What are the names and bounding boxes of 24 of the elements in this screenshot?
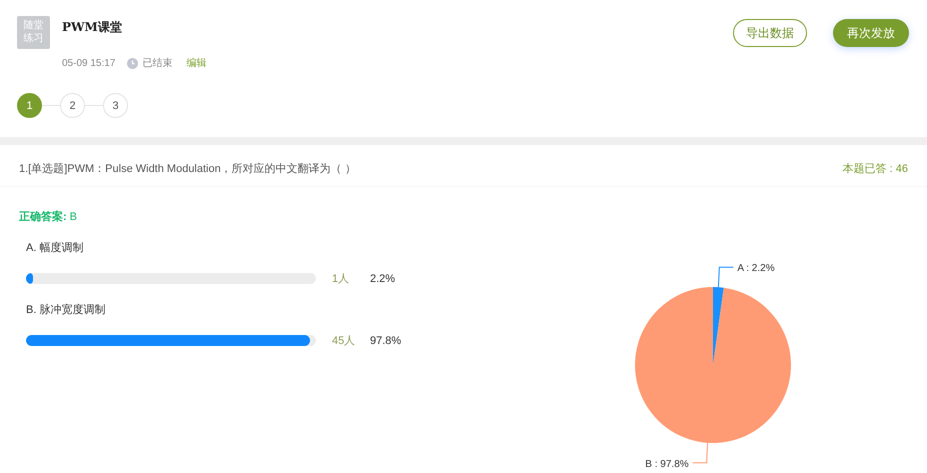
correct-answer-label: 正确答案: [19,211,67,223]
time-text: 05-09 15:17 [62,58,116,68]
option-label: A. 幅度调制 [26,240,84,255]
question-text: 1.[单选题]PWM：Pulse Width Modulation，所对应的中文翻译为（ ） [19,162,356,177]
percent-text: 2.2% [370,272,396,284]
export-button[interactable]: 导出数据 [733,19,807,47]
option-label: B. 脉冲宽度调制 [26,302,106,317]
step-button[interactable]: 3 [103,93,128,118]
respondent-count: 1人 [332,272,350,286]
edit-link[interactable]: 编辑 [186,56,206,70]
leader-line [718,266,734,288]
status-text: 已结束 [142,56,172,70]
resend-button[interactable]: 再次发放 [833,19,909,47]
step-button[interactable]: 2 [60,93,85,118]
clock-icon [127,58,138,68]
lesson-title: PWM课堂 [62,19,123,36]
answered-count: 本题已答 : 46 [842,162,908,177]
correct-answer-value: B [70,211,78,223]
leader-line [692,442,708,464]
slice-label: B : 97.8% [645,458,689,470]
percent-text: 97.8% [370,334,402,346]
slice-label: A : 2.2% [737,263,775,274]
respondent-count: 45人 [332,334,356,348]
step-button[interactable]: 1 [17,93,42,118]
